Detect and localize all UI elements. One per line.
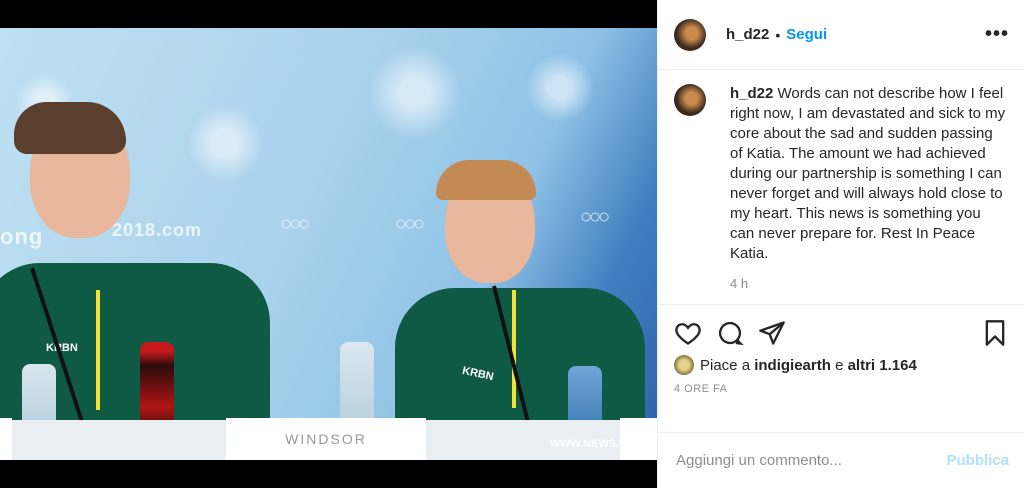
jacket-logo: KRBN (46, 342, 78, 354)
likes-connector: e (835, 356, 844, 374)
separator-dot: • (775, 26, 781, 43)
post-sidebar: h_d22 • Segui ••• h_d22 Words can not de… (657, 0, 1024, 488)
action-bar (658, 305, 1024, 351)
caption: h_d22 Words can not describe how I feel … (674, 84, 1009, 264)
add-comment-bar: Pubblica (658, 432, 1024, 488)
publish-button[interactable]: Pubblica (946, 452, 1009, 469)
heart-icon[interactable] (674, 319, 702, 347)
liker-avatar[interactable] (674, 355, 694, 375)
water-bottle (340, 342, 374, 428)
comment-input[interactable] (674, 451, 947, 470)
olympic-rings-icon: ○○○ (395, 213, 425, 235)
olympic-rings-icon: ○○○ (580, 206, 610, 228)
caption-text: h_d22 Words can not describe how I feel … (730, 84, 1009, 264)
bookmark-icon[interactable] (981, 319, 1009, 347)
more-options-icon[interactable]: ••• (985, 23, 1009, 46)
caption-avatar[interactable] (674, 84, 706, 116)
share-icon[interactable] (758, 319, 786, 347)
follow-button[interactable]: Segui (786, 26, 827, 43)
comment-icon[interactable] (716, 319, 744, 347)
header-username[interactable]: h_d22 (726, 26, 769, 43)
snowflake-decoration (520, 48, 600, 128)
likes-user[interactable]: indigiearth (754, 357, 831, 374)
backdrop-text: ong (0, 224, 44, 249)
post-date: 4 ORE FA (674, 383, 728, 395)
caption-body: Words can not describe how I feel right … (730, 85, 1006, 262)
caption-username[interactable]: h_d22 (730, 85, 773, 102)
watermark: WWW.NEWS.CN (549, 438, 635, 450)
likes-prefix: Piace a (700, 356, 751, 374)
snowflake-decoration (180, 98, 270, 188)
snowflake-decoration (360, 38, 470, 148)
name-placard: WINDSOR (226, 418, 426, 460)
olympic-rings-icon: ○○○ (280, 213, 310, 235)
caption-timestamp[interactable]: 4 h (730, 276, 1009, 291)
avatar[interactable] (674, 18, 706, 51)
name-placard-edge (0, 418, 12, 460)
likes-row: Piace a indigiearth e altri 1.164 (658, 351, 1024, 379)
backdrop-text: 2018.com (112, 220, 203, 240)
post-photo-pane: ong 2018.com ○○○ ○○○ ○○○ KRBN KRBN WINDS… (0, 0, 657, 488)
comments-section: h_d22 Words can not describe how I feel … (658, 70, 1024, 305)
post-photo[interactable]: ong 2018.com ○○○ ○○○ ○○○ KRBN KRBN WINDS… (0, 28, 657, 460)
likes-others[interactable]: altri 1.164 (848, 357, 917, 374)
post-header: h_d22 • Segui ••• (658, 0, 1024, 70)
